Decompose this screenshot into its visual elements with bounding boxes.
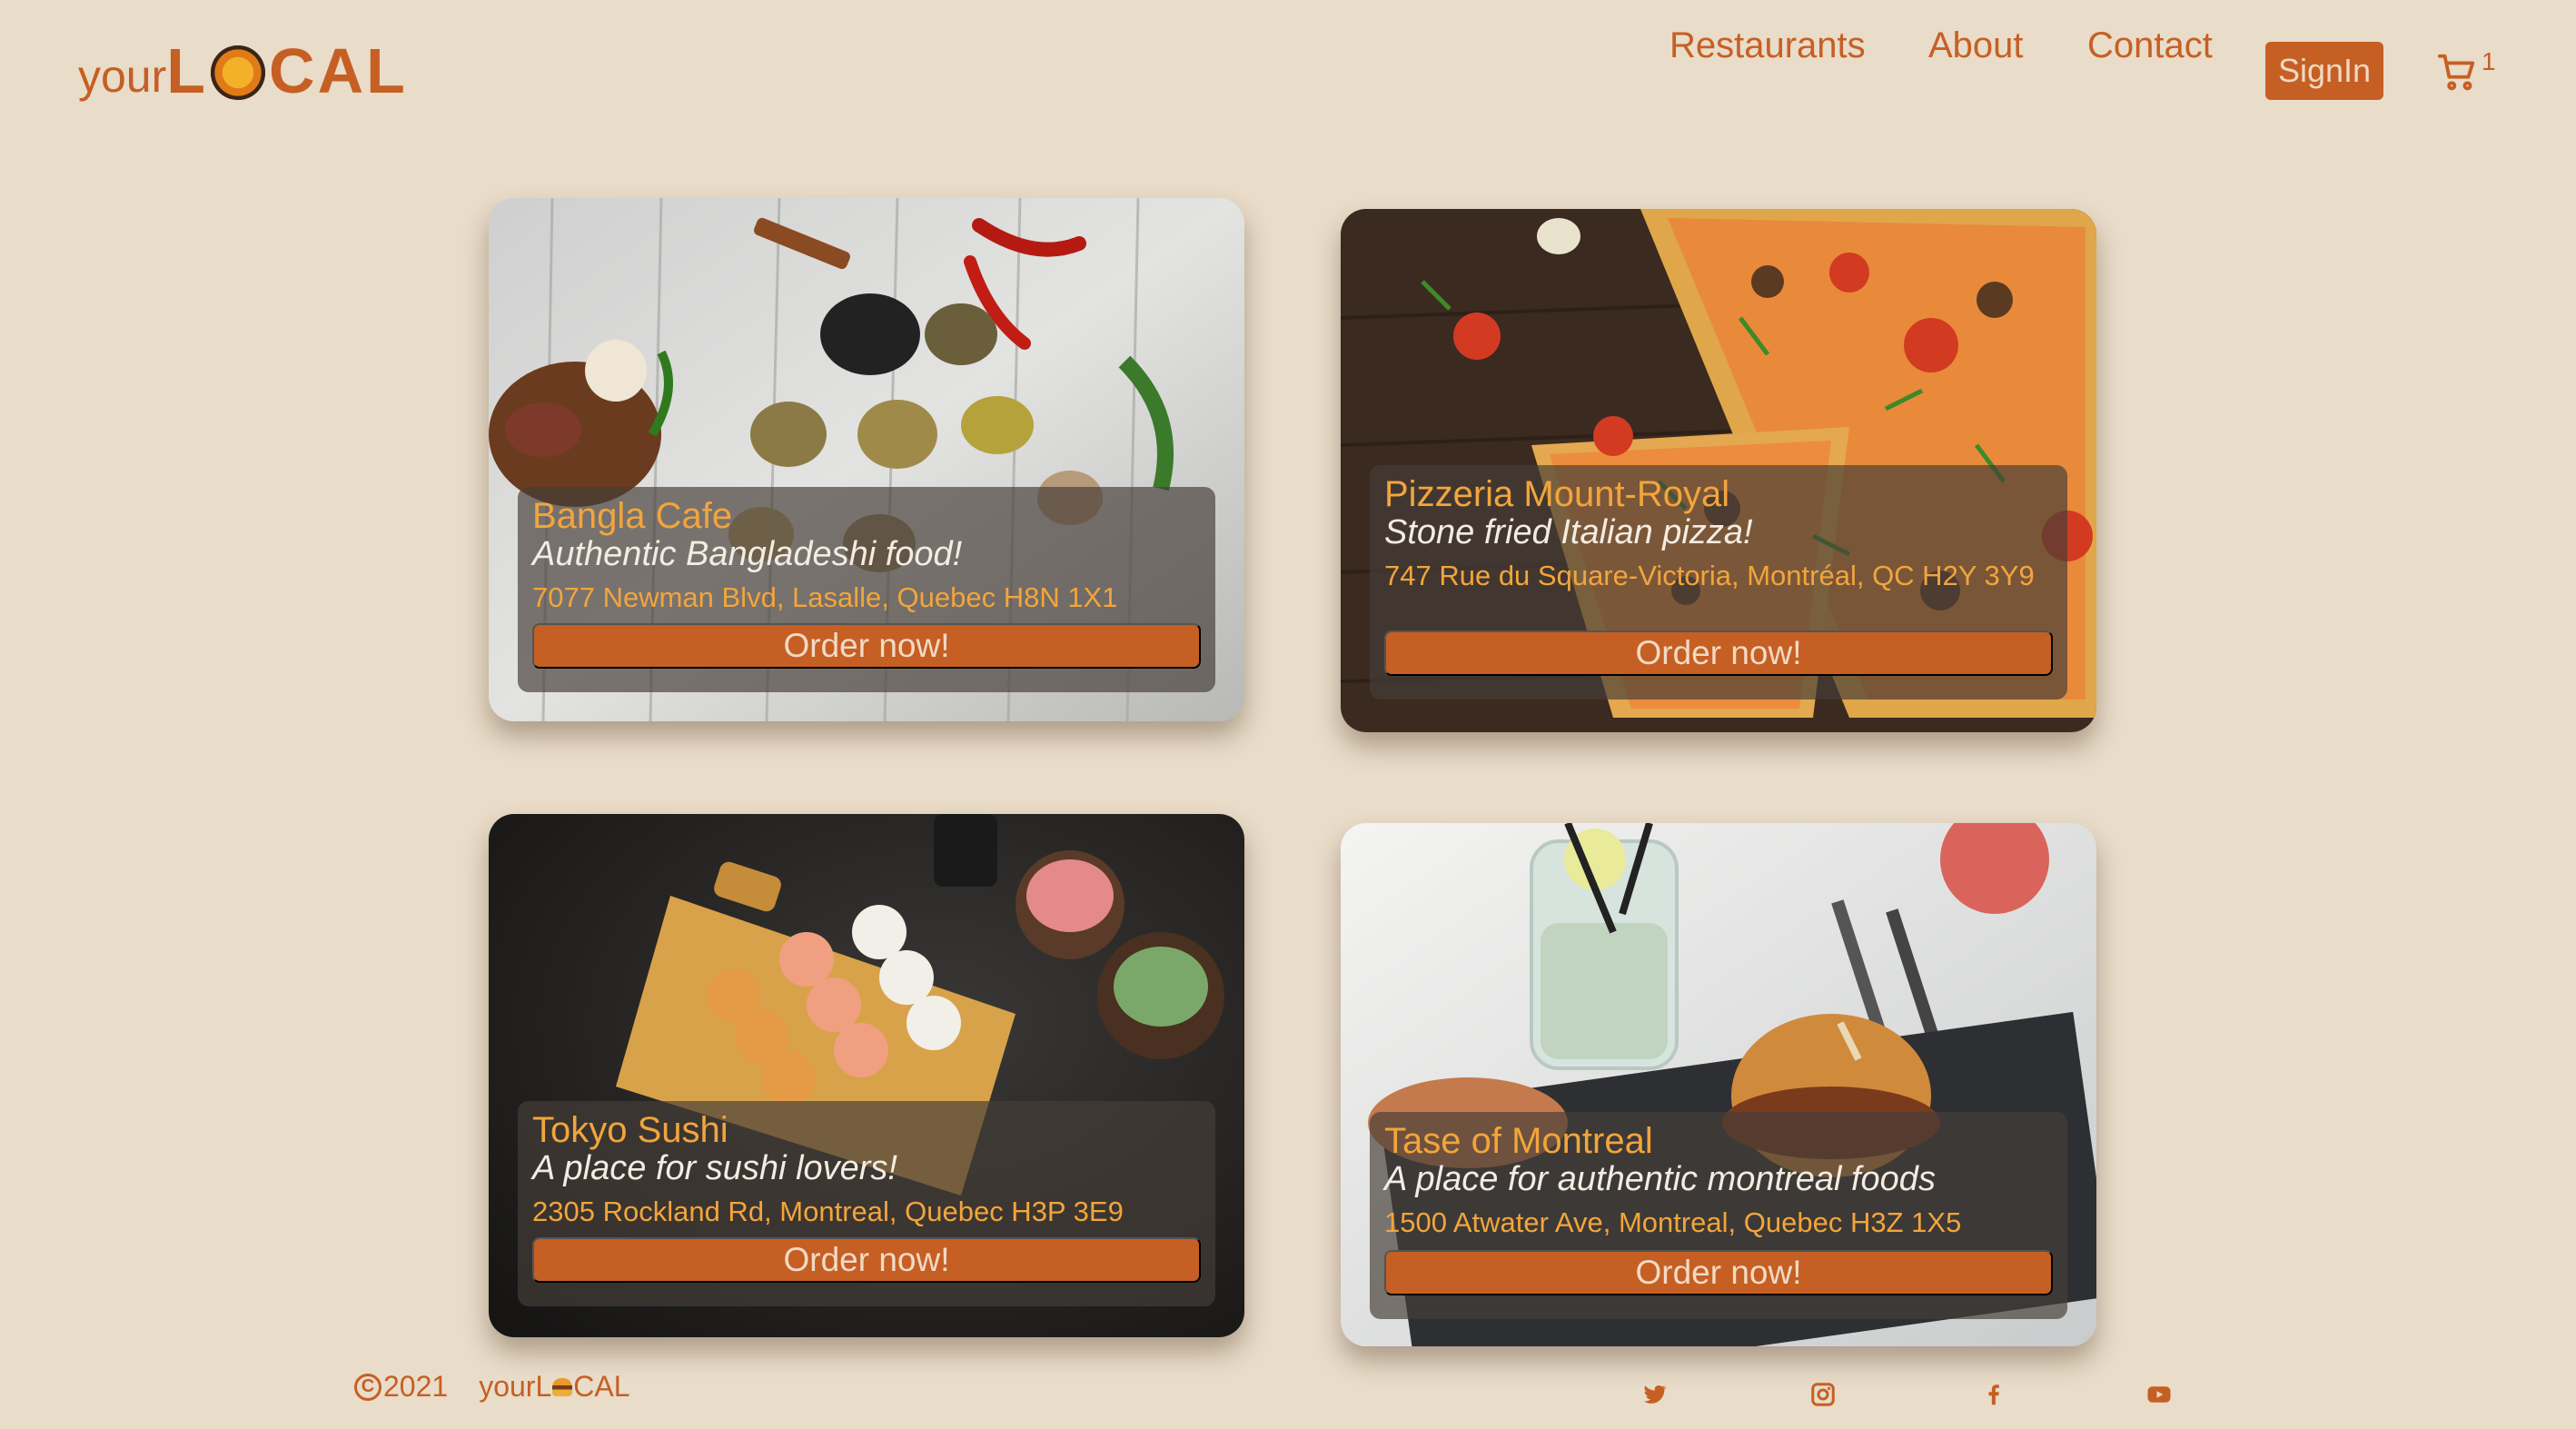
burger-icon bbox=[552, 1377, 573, 1396]
order-now-button[interactable]: Order now! bbox=[532, 623, 1201, 669]
restaurant-name: Tokyo Sushi bbox=[532, 1110, 728, 1150]
footer-copyright: C 2021 yourL CAL bbox=[354, 1370, 629, 1404]
restaurant-info-panel: Bangla Cafe Authentic Bangladeshi food! … bbox=[518, 487, 1215, 692]
burger-logo-icon bbox=[211, 45, 266, 100]
copyright-year: 2021 bbox=[383, 1370, 449, 1403]
site-logo[interactable]: your L CAL bbox=[78, 35, 408, 107]
copyright-icon: C bbox=[354, 1373, 381, 1401]
restaurant-tagline: A place for authentic montreal foods bbox=[1384, 1160, 1936, 1198]
restaurant-info-panel: Tase of Montreal A place for authentic m… bbox=[1370, 1112, 2067, 1319]
logo-letter-l: L bbox=[166, 35, 208, 106]
order-now-button[interactable]: Order now! bbox=[1384, 630, 2053, 676]
footer-brand-prefix: yourL bbox=[479, 1370, 552, 1403]
facebook-icon[interactable] bbox=[1980, 1381, 2007, 1408]
logo-prefix: your bbox=[78, 51, 167, 102]
logo-suffix: CAL bbox=[269, 35, 408, 106]
navbar: your L CAL Restaurants About Contact Sig… bbox=[0, 0, 2576, 145]
youtube-icon[interactable] bbox=[2145, 1381, 2173, 1408]
restaurant-address: 1500 Atwater Ave, Montreal, Quebec H3Z 1… bbox=[1384, 1206, 1962, 1238]
restaurant-info-panel: Pizzeria Mount-Royal Stone fried Italian… bbox=[1370, 465, 2067, 700]
restaurant-card: Tase of Montreal A place for authentic m… bbox=[1341, 823, 2096, 1346]
restaurant-card: Tokyo Sushi A place for sushi lovers! 23… bbox=[489, 814, 1244, 1337]
restaurant-address: 2305 Rockland Rd, Montreal, Quebec H3P 3… bbox=[532, 1196, 1124, 1227]
restaurant-card: Bangla Cafe Authentic Bangladeshi food! … bbox=[489, 198, 1244, 721]
nav-about-link[interactable]: About bbox=[1928, 25, 2024, 66]
order-now-button[interactable]: Order now! bbox=[1384, 1250, 2053, 1295]
order-now-button[interactable]: Order now! bbox=[532, 1237, 1201, 1283]
cart-button[interactable]: 1 bbox=[2436, 47, 2500, 93]
restaurant-address: 747 Rue du Square-Victoria, Montréal, QC… bbox=[1384, 560, 2035, 591]
nav-contact-link[interactable]: Contact bbox=[2087, 25, 2213, 66]
restaurant-name: Bangla Cafe bbox=[532, 496, 733, 536]
restaurant-tagline: A place for sushi lovers! bbox=[532, 1149, 897, 1187]
instagram-icon[interactable] bbox=[1809, 1381, 1837, 1408]
restaurant-card: Pizzeria Mount-Royal Stone fried Italian… bbox=[1341, 209, 2096, 732]
signin-button[interactable]: SignIn bbox=[2265, 42, 2383, 100]
footer-brand-suffix: CAL bbox=[573, 1370, 630, 1403]
restaurant-name: Pizzeria Mount-Royal bbox=[1384, 474, 1730, 514]
nav-restaurants-link[interactable]: Restaurants bbox=[1669, 25, 1866, 66]
footer-brand: yourL CAL bbox=[479, 1370, 629, 1404]
restaurant-tagline: Stone fried Italian pizza! bbox=[1384, 513, 1753, 551]
restaurant-tagline: Authentic Bangladeshi food! bbox=[532, 535, 963, 573]
restaurant-name: Tase of Montreal bbox=[1384, 1121, 1653, 1161]
restaurant-info-panel: Tokyo Sushi A place for sushi lovers! 23… bbox=[518, 1101, 1215, 1306]
cart-icon bbox=[2437, 54, 2475, 91]
cart-count-badge: 1 bbox=[2482, 47, 2496, 75]
restaurant-address: 7077 Newman Blvd, Lasalle, Quebec H8N 1X… bbox=[532, 581, 1118, 613]
twitter-icon[interactable] bbox=[1640, 1381, 1668, 1408]
